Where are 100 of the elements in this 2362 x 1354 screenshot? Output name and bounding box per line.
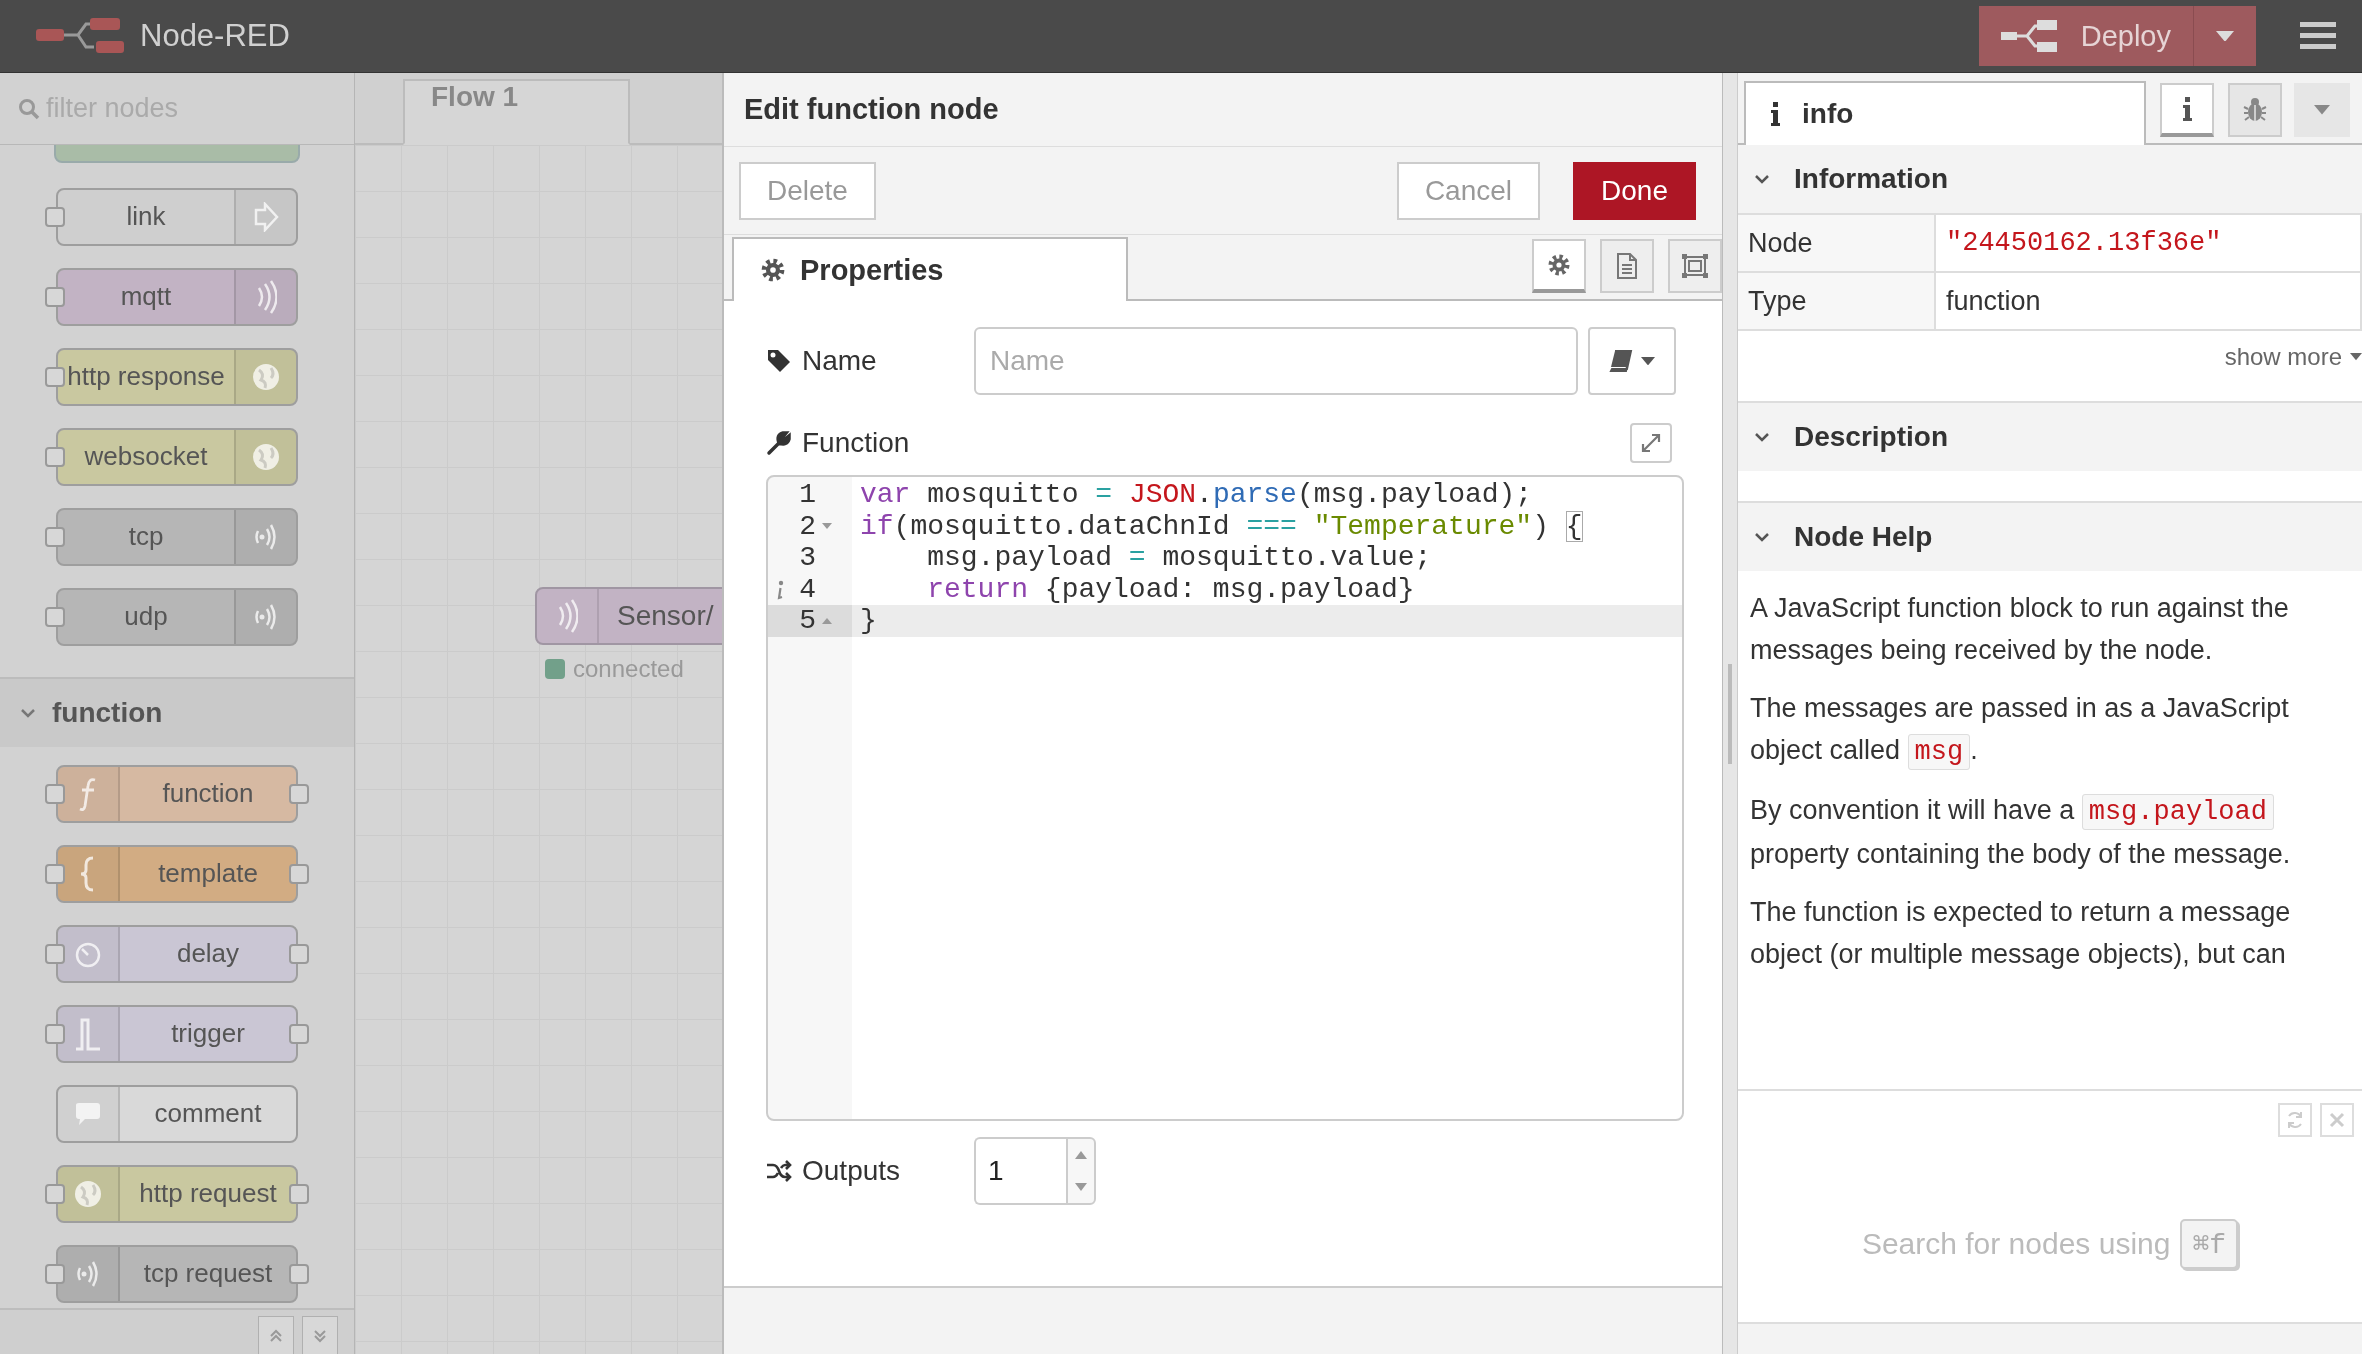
code-line: msg.payload = mosquitto.value; (926, 542, 1432, 574)
bug-icon (2243, 97, 2267, 123)
secondary-button[interactable]: Delete (739, 161, 876, 220)
section-header[interactable]: Node Help (1738, 503, 2362, 571)
dialog-title: Edit function node (744, 93, 999, 126)
expand-icon (1640, 432, 1662, 454)
chevron-icon (1754, 174, 1770, 184)
palette-node[interactable]: mqtt (56, 267, 298, 326)
output-port[interactable] (289, 1183, 309, 1204)
info-button[interactable] (2160, 83, 2214, 137)
deploy-button[interactable]: Deploy (1978, 6, 2256, 66)
output-port[interactable] (289, 783, 309, 804)
input-port[interactable] (45, 366, 65, 387)
library-button[interactable] (1588, 327, 1676, 395)
frame-tab-button[interactable] (1668, 239, 1722, 293)
line-number: 3 (798, 542, 816, 574)
section-header[interactable]: Description (1738, 403, 2362, 471)
help-paragraph: A JavaScript function block to run against the messages being received by the node. (1750, 592, 2290, 667)
up-arrow-icon (1075, 1151, 1087, 1159)
property-name: Node (1738, 214, 1935, 272)
palette-node[interactable]: function (56, 764, 298, 823)
flow-tab[interactable]: Flow 1 (403, 79, 631, 145)
gear-tab-button[interactable] (1532, 239, 1586, 293)
palette-node[interactable]: tcp (56, 507, 298, 566)
input-port[interactable] (45, 286, 65, 307)
document-tab-button[interactable] (1600, 239, 1654, 293)
frame-icon (1681, 253, 1709, 279)
output-port[interactable] (289, 1263, 309, 1284)
info-tab[interactable]: info (1744, 81, 2146, 145)
arrow-icon (253, 201, 279, 232)
palette-node[interactable]: tcp request (56, 1244, 298, 1303)
line-number: 5 (798, 605, 816, 637)
speech-bubble-icon (73, 1100, 103, 1127)
palette-node[interactable] (54, 145, 300, 163)
gear-icon (1547, 253, 1571, 277)
palette-node[interactable]: http request (56, 1164, 298, 1223)
field-label: Outputs (802, 1155, 901, 1187)
code-editor[interactable]: 1 var mosquitto = JSON.parse(msg.payload); 2 if(mosquitto.dataChnId === "Temperature") { 3 msg.payload = mosquitto.value; 4 return {payload: msg.payload} 5 } (766, 475, 1684, 1121)
palette-node[interactable]: delay (56, 924, 298, 983)
input-port[interactable] (45, 1183, 65, 1204)
input-port[interactable] (45, 446, 65, 467)
output-port[interactable] (289, 943, 309, 964)
flow-node[interactable]: Sensor/ (535, 587, 722, 645)
palette-node[interactable]: comment (56, 1084, 298, 1143)
dropdown-button[interactable] (2294, 83, 2350, 137)
help-paragraph: By convention it will have a msg.payload property containing the body of the message. (1750, 793, 2292, 871)
collapse-all-button[interactable] (258, 1316, 294, 1354)
tag-icon (766, 348, 792, 374)
category-header[interactable]: function (0, 677, 354, 747)
drag-handle[interactable] (1728, 663, 1732, 764)
shortcut-key: ⌘f (2180, 1219, 2239, 1269)
palette-node[interactable]: template (56, 844, 298, 903)
menu-icon (2300, 22, 2336, 50)
secondary-button[interactable]: Cancel (1396, 161, 1541, 220)
refresh-button[interactable] (2278, 1103, 2312, 1137)
debug-button[interactable] (2228, 83, 2282, 137)
input-port[interactable] (45, 606, 65, 627)
expand-button[interactable] (1630, 423, 1672, 463)
show-more-link[interactable]: show more (2224, 343, 2362, 371)
wave-icon (255, 279, 277, 314)
section-header[interactable]: Information (1738, 145, 2362, 213)
pulse-icon (74, 1016, 102, 1051)
palette-node[interactable]: http response (56, 347, 298, 406)
app-title: Node-RED (140, 18, 290, 54)
name-field[interactable]: Name (974, 327, 1578, 395)
palette-node[interactable]: websocket (56, 427, 298, 486)
shuffle-icon (766, 1160, 792, 1182)
logo-icon (34, 16, 126, 56)
properties-tab[interactable]: Properties (732, 237, 1128, 301)
input-port[interactable] (45, 783, 65, 804)
close-button[interactable] (2320, 1103, 2354, 1137)
output-port[interactable] (289, 863, 309, 884)
input-port[interactable] (45, 526, 65, 547)
code-line: if(mosquitto.dataChnId === "Temperature") { (859, 510, 1583, 542)
deploy-icon (2000, 20, 2059, 52)
number-field[interactable]: 1 (974, 1137, 1066, 1205)
input-port[interactable] (45, 206, 65, 227)
property-name: Type (1738, 272, 1935, 330)
input-port[interactable] (45, 863, 65, 884)
palette-node[interactable]: link (56, 187, 298, 246)
property-value: function (1935, 272, 2361, 330)
caret-icon (2350, 353, 2362, 361)
output-port[interactable] (289, 1023, 309, 1044)
refresh-icon (2285, 1110, 2305, 1130)
palette-node[interactable]: udp (56, 587, 298, 646)
info-icon (1770, 102, 1780, 126)
globe-icon (251, 441, 281, 472)
input-port[interactable] (45, 943, 65, 964)
input-port[interactable] (45, 1023, 65, 1044)
double-chevron-up-icon (269, 1329, 283, 1343)
expand-all-button[interactable] (302, 1316, 338, 1354)
palette-node[interactable]: trigger (56, 1004, 298, 1063)
search-icon (18, 97, 40, 120)
double-chevron-down-icon (313, 1329, 327, 1343)
document-icon (1616, 252, 1638, 280)
input-port[interactable] (45, 1263, 65, 1284)
code-line: var mosquitto = JSON.parse(msg.payload); (859, 479, 1533, 511)
primary-button[interactable]: Done (1573, 161, 1696, 220)
line-number: 2 (798, 510, 816, 542)
wrench-icon (766, 430, 792, 456)
